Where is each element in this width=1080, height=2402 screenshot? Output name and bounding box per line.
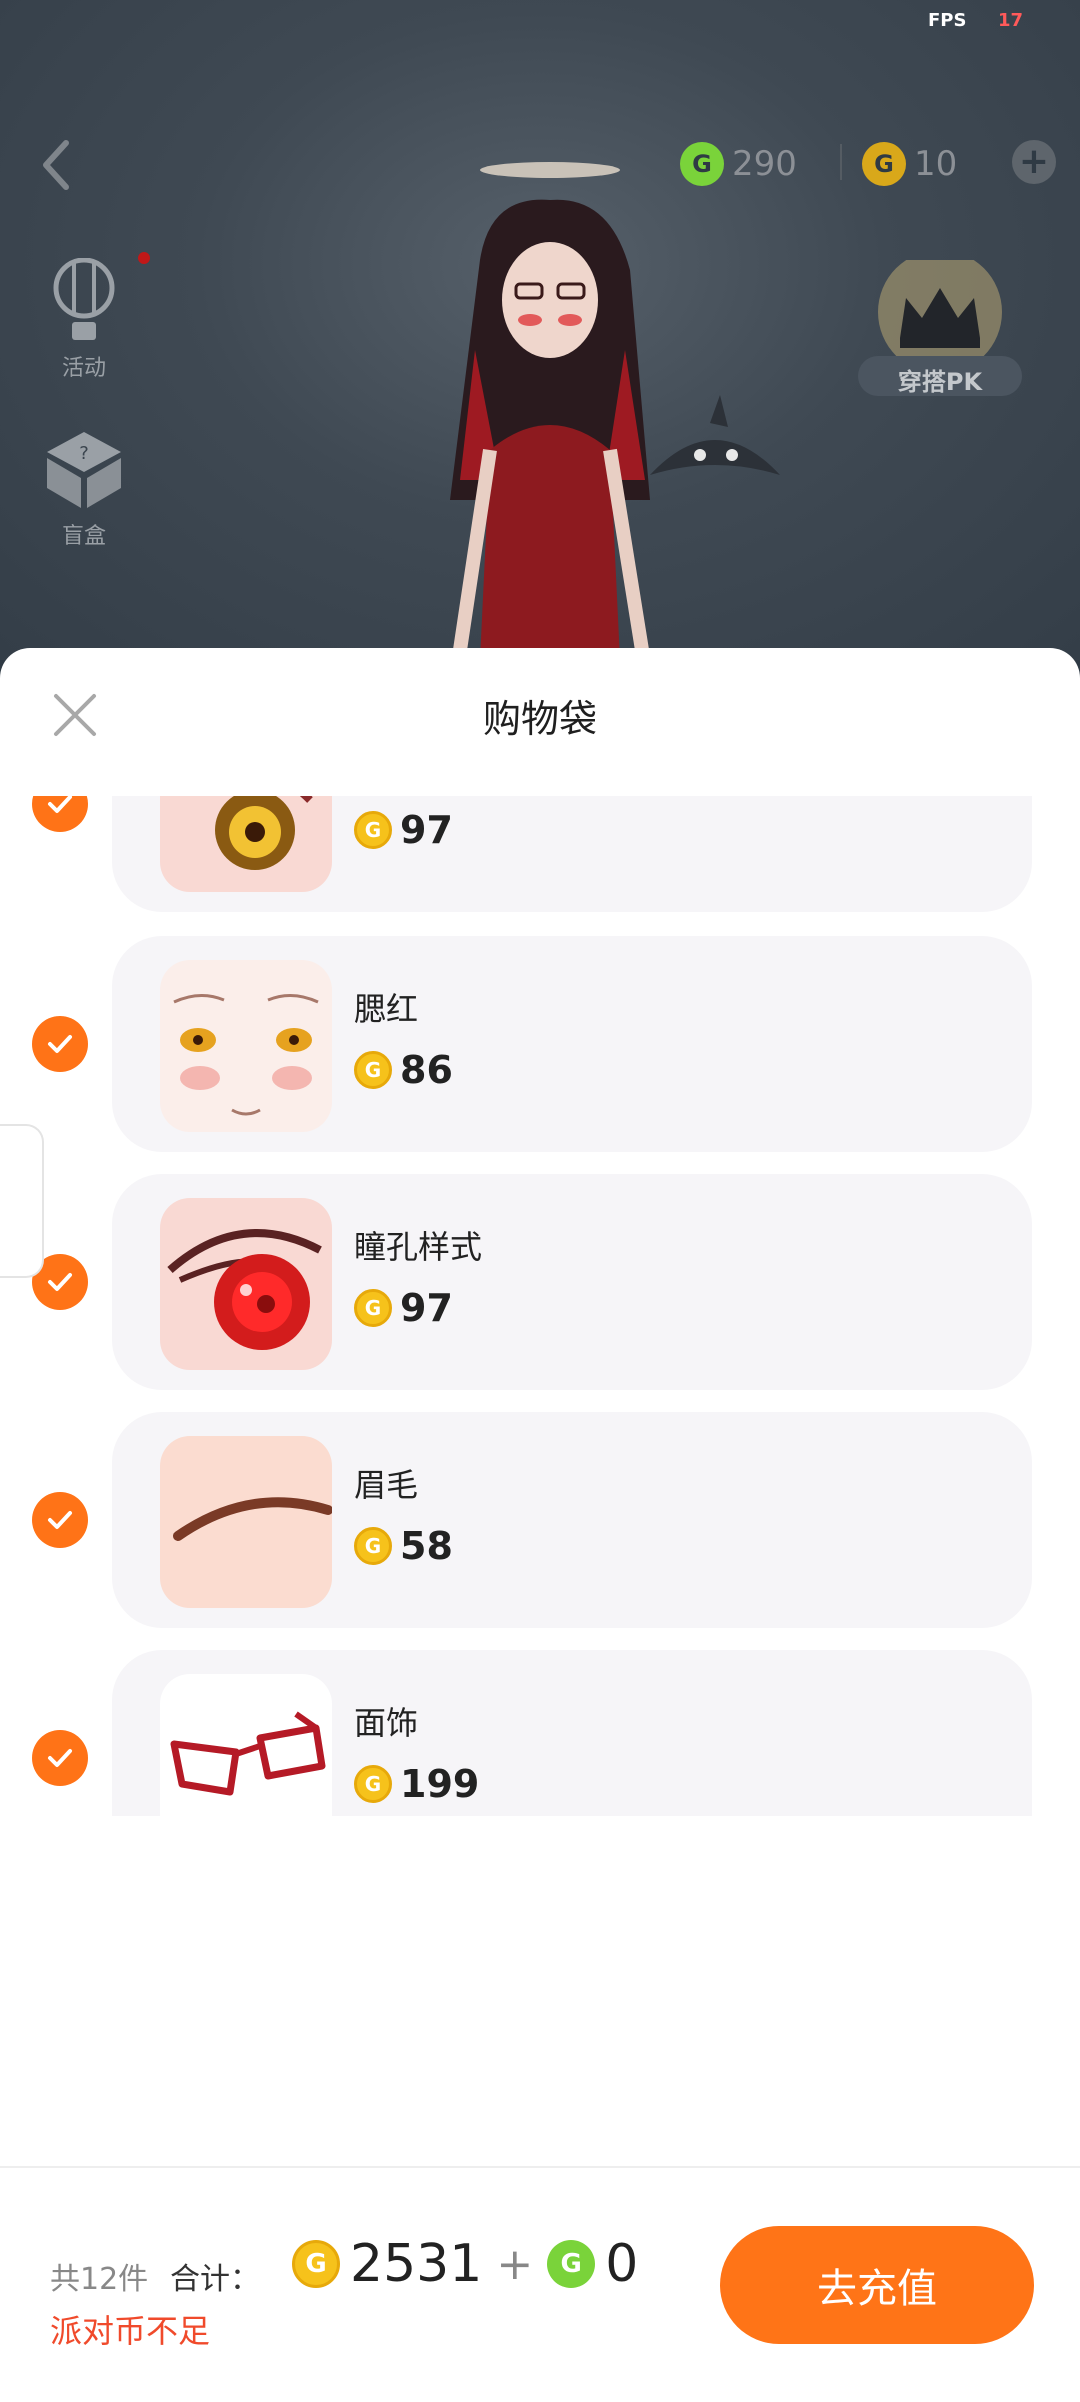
item-thumbnail: [160, 796, 332, 892]
item-checkbox[interactable]: [32, 1016, 88, 1072]
g-coin-icon: G: [354, 1289, 392, 1327]
checkout-bar: 共12件 合计： G 2531 + G 0 派对币不足 去充值: [0, 2166, 1080, 2402]
total-green-value: 0: [605, 2234, 639, 2294]
red-pupil-thumbnail: [167, 1229, 322, 1350]
total-price: G 2531 + G 0: [282, 2234, 638, 2294]
checkmark-icon: [48, 1511, 72, 1529]
g-coin-icon: G: [354, 1051, 392, 1089]
item-price-value: 97: [400, 808, 453, 852]
item-price: G 97: [354, 808, 453, 852]
item-price-value: 58: [400, 1524, 453, 1568]
item-card[interactable]: 面饰 G 199: [112, 1650, 1032, 1816]
notification-dot: [138, 252, 150, 264]
eye-thumbnail: [215, 796, 313, 870]
currency-gold-amount: 10: [914, 144, 958, 184]
item-thumbnail: [160, 960, 332, 1132]
item-thumbnail: [160, 1436, 332, 1608]
cart-item[interactable]: 瞳孔样式 G 97: [0, 1174, 1080, 1390]
g-coin-gold-icon: G: [862, 142, 906, 186]
side-item-activity[interactable]: 活动: [36, 257, 132, 382]
cart-item[interactable]: 眉毛 G 58: [0, 1412, 1080, 1628]
chevron-left-icon: [43, 140, 69, 190]
recharge-button[interactable]: 去充值: [720, 2226, 1034, 2344]
g-coin-icon: G: [354, 1527, 392, 1565]
outfit-pk-label: 穿搭PK: [897, 368, 983, 396]
item-price: G 199: [354, 1762, 479, 1806]
eyebrow-thumbnail: [173, 1497, 332, 1541]
back-button[interactable]: [36, 135, 76, 195]
item-price: G 86: [354, 1048, 453, 1092]
add-currency-button[interactable]: +: [1012, 140, 1056, 184]
item-price: G 97: [354, 1286, 453, 1330]
gift-box-icon: ?: [47, 432, 121, 508]
item-price-value: 86: [400, 1048, 453, 1092]
item-name: 腮红: [354, 990, 419, 1028]
item-name: 眉毛: [354, 1466, 419, 1504]
g-coin-gold-icon: G: [292, 2240, 340, 2288]
fps-value: 17: [998, 10, 1024, 31]
item-price: G 58: [354, 1524, 453, 1568]
checkmark-icon: [48, 1035, 72, 1053]
total-gold-value: 2531: [350, 2234, 483, 2294]
item-name: 面饰: [354, 1704, 419, 1742]
item-price-value: 199: [400, 1762, 480, 1806]
cart-item[interactable]: G 97: [0, 796, 1080, 912]
side-pull-tab[interactable]: [0, 1124, 44, 1278]
item-thumbnail: [160, 1198, 332, 1370]
item-card[interactable]: G 97: [112, 796, 1032, 912]
insufficient-coins-warning: 派对币不足: [50, 2312, 211, 2350]
g-coin-icon: G: [354, 811, 392, 849]
item-name: 瞳孔样式: [354, 1228, 483, 1266]
blush-face-thumbnail: [173, 994, 319, 1116]
fps-label: FPS: [928, 10, 967, 31]
outfit-pk-button[interactable]: 穿搭PK: [850, 250, 1030, 400]
checkmark-icon: [48, 1749, 72, 1767]
currency-green-amount: 290: [732, 144, 797, 184]
cart-item[interactable]: 腮红 G 86: [0, 936, 1080, 1152]
shopping-bag-sheet: 购物袋 G 97 腮红 G 86 瞳孔样式 G 97 眉毛 G 58 面饰 G …: [0, 648, 1080, 2400]
checkmark-icon: [48, 1273, 72, 1291]
total-label: 合计：: [170, 2262, 260, 2297]
cart-item-list[interactable]: G 97 腮红 G 86 瞳孔样式 G 97 眉毛 G 58 面饰 G 199: [0, 796, 1080, 1816]
item-checkbox[interactable]: [32, 1730, 88, 1786]
sheet-title: 购物袋: [482, 697, 597, 741]
shark-pet: [650, 395, 780, 475]
svg-text:?: ?: [79, 443, 89, 464]
currency-gold[interactable]: G 10: [862, 138, 957, 190]
item-checkbox[interactable]: [32, 1492, 88, 1548]
item-count: 共12件: [50, 2262, 149, 2297]
checkmark-icon: [48, 796, 72, 813]
item-card[interactable]: 腮红 G 86: [112, 936, 1032, 1152]
plus-sign: +: [496, 2238, 534, 2290]
g-coin-green-icon: G: [547, 2240, 596, 2288]
item-checkbox[interactable]: [32, 796, 88, 832]
side-item-activity-label: 活动: [61, 356, 106, 381]
side-item-blindbox[interactable]: ? 盲盒: [36, 426, 132, 550]
item-card[interactable]: 眉毛 G 58: [112, 1412, 1032, 1628]
g-coin-icon: G: [354, 1765, 392, 1803]
item-card[interactable]: 瞳孔样式 G 97: [112, 1174, 1032, 1390]
item-thumbnail: [160, 1674, 332, 1816]
side-item-blindbox-label: 盲盒: [61, 524, 106, 549]
cart-item[interactable]: 面饰 G 199: [0, 1650, 1080, 1816]
item-price-value: 97: [400, 1286, 453, 1330]
currency-divider: [840, 144, 842, 180]
red-glasses-thumbnail: [170, 1711, 326, 1796]
hot-air-balloon-icon: [53, 257, 115, 340]
